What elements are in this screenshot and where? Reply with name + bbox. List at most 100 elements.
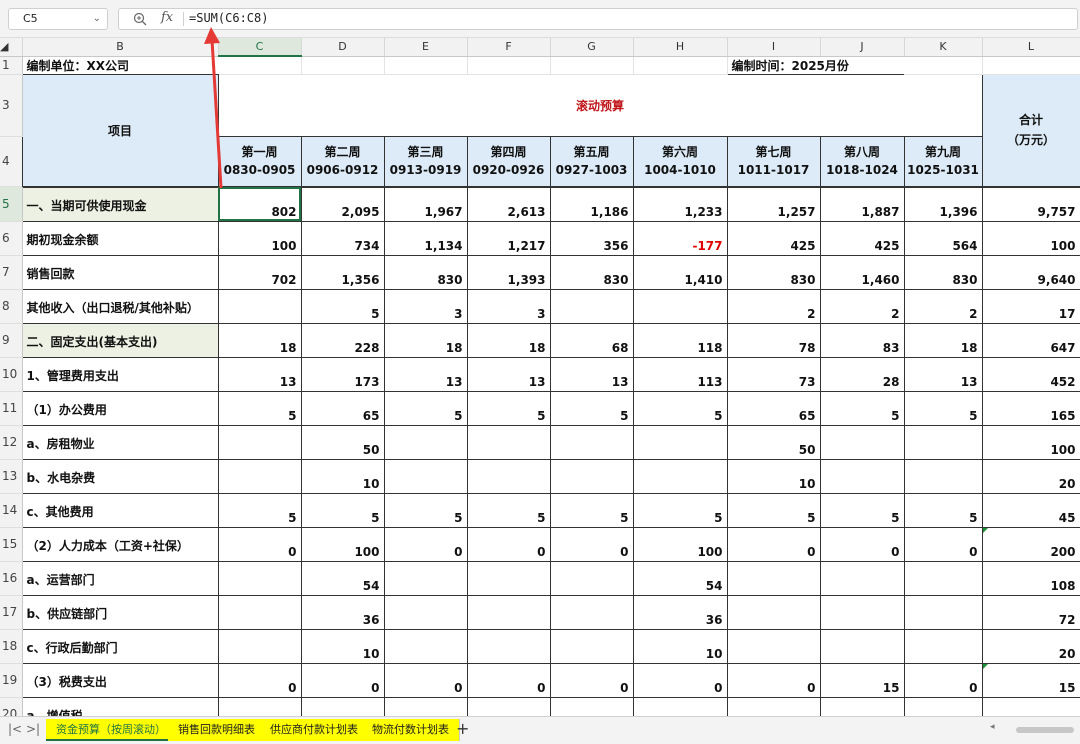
value-cell[interactable]: 1,967	[383, 186, 468, 222]
value-cell[interactable]: 10	[300, 628, 385, 664]
value-cell[interactable]: 118	[632, 322, 728, 358]
row-label-cell[interactable]: c、行政后勤部门	[21, 628, 219, 664]
value-cell[interactable]: 0	[549, 662, 634, 698]
value-cell[interactable]	[466, 628, 551, 664]
value-cell[interactable]	[726, 560, 821, 596]
row-label-cell[interactable]: 二、固定支出(基本支出)	[21, 322, 219, 358]
row-header[interactable]: 13	[0, 459, 23, 494]
value-cell[interactable]: 10	[726, 458, 821, 494]
row-label-cell[interactable]: 一、当期可供使用现金	[21, 186, 219, 222]
value-cell[interactable]	[383, 560, 468, 596]
value-cell[interactable]: 5	[383, 390, 468, 426]
value-cell[interactable]: 452	[981, 356, 1080, 392]
value-cell[interactable]	[217, 594, 302, 630]
org-cell[interactable]: 编制单位：XX公司	[22, 56, 218, 75]
value-cell[interactable]	[632, 458, 728, 494]
value-cell[interactable]: 830	[549, 254, 634, 290]
value-cell[interactable]	[217, 560, 302, 596]
empty-cell[interactable]	[550, 56, 634, 75]
column-header-d[interactable]: D	[301, 38, 385, 57]
row-header[interactable]: 16	[0, 561, 23, 596]
value-cell[interactable]: 50	[726, 424, 821, 460]
value-cell[interactable]	[632, 696, 728, 716]
value-cell[interactable]: 68	[549, 322, 634, 358]
value-cell[interactable]: 5	[632, 492, 728, 528]
value-cell[interactable]: 0	[903, 662, 983, 698]
value-cell[interactable]: 2	[903, 288, 983, 324]
value-cell[interactable]	[903, 458, 983, 494]
tab-capital-budget[interactable]: 资金预算（按周滚动）	[46, 719, 177, 741]
row-header[interactable]: 11	[0, 391, 23, 426]
value-cell[interactable]: 100	[632, 526, 728, 562]
value-cell[interactable]: 2,095	[300, 186, 385, 222]
value-cell[interactable]: 1,396	[903, 186, 983, 222]
value-cell[interactable]: 15	[819, 662, 905, 698]
row-label-cell[interactable]: b、供应链部门	[21, 594, 219, 630]
value-cell[interactable]	[466, 696, 551, 716]
column-header-h[interactable]: H	[633, 38, 728, 57]
total-header-cell[interactable]: 合计 （万元）	[981, 73, 1080, 187]
value-cell[interactable]: 0	[549, 526, 634, 562]
value-cell[interactable]: 0	[217, 662, 302, 698]
value-cell[interactable]: 45	[981, 492, 1080, 528]
row-header[interactable]: 20	[0, 697, 23, 716]
value-cell[interactable]	[549, 628, 634, 664]
value-cell[interactable]	[466, 560, 551, 596]
formula-text[interactable]: =SUM(C6:C8)	[189, 11, 268, 25]
value-cell[interactable]: 5	[632, 390, 728, 426]
value-cell[interactable]: 564	[903, 220, 983, 256]
value-cell[interactable]: 0	[217, 526, 302, 562]
value-cell[interactable]	[300, 696, 385, 716]
row-label-cell[interactable]: 销售回款	[21, 254, 219, 290]
value-cell[interactable]: 802	[217, 186, 302, 222]
value-cell[interactable]: 28	[819, 356, 905, 392]
value-cell[interactable]: 5	[549, 492, 634, 528]
week-header-cell[interactable]: 第一周 0830-0905	[217, 135, 302, 187]
column-header-k[interactable]: K	[904, 38, 983, 57]
row-header[interactable]: 14	[0, 493, 23, 528]
value-cell[interactable]: 5	[300, 492, 385, 528]
value-cell[interactable]: 1,410	[632, 254, 728, 290]
value-cell[interactable]: 0	[903, 526, 983, 562]
value-cell[interactable]: 425	[726, 220, 821, 256]
week-header-cell[interactable]: 第七周 1011-1017	[726, 135, 821, 187]
value-cell[interactable]	[383, 458, 468, 494]
row-header[interactable]: 10	[0, 357, 23, 392]
value-cell[interactable]	[903, 560, 983, 596]
empty-cell[interactable]	[301, 56, 385, 75]
value-cell[interactable]: 10	[632, 628, 728, 664]
value-cell[interactable]: 0	[383, 662, 468, 698]
value-cell[interactable]: 1,460	[819, 254, 905, 290]
value-cell[interactable]: 73	[726, 356, 821, 392]
value-cell[interactable]	[726, 628, 821, 664]
row-header[interactable]: 15	[0, 527, 23, 562]
value-cell[interactable]: 5	[726, 492, 821, 528]
value-cell[interactable]: 2	[726, 288, 821, 324]
value-cell[interactable]	[819, 594, 905, 630]
value-cell[interactable]	[466, 594, 551, 630]
value-cell[interactable]: 356	[549, 220, 634, 256]
value-cell[interactable]	[217, 424, 302, 460]
column-header-c[interactable]: C	[218, 38, 302, 57]
value-cell[interactable]	[383, 696, 468, 716]
add-sheet-button[interactable]: +	[456, 719, 469, 738]
week-header-cell[interactable]: 第八周 1018-1024	[819, 135, 905, 187]
value-cell[interactable]: 100	[981, 424, 1080, 460]
value-cell[interactable]: 5	[903, 492, 983, 528]
row-header[interactable]: 17	[0, 595, 23, 630]
value-cell[interactable]: 1,217	[466, 220, 551, 256]
empty-cell[interactable]	[218, 56, 302, 75]
value-cell[interactable]: 0	[466, 526, 551, 562]
value-cell[interactable]	[383, 424, 468, 460]
tab-logistics-payment[interactable]: 物流付数计划表	[362, 719, 460, 741]
value-cell[interactable]: 15	[981, 662, 1080, 698]
value-cell[interactable]: 83	[819, 322, 905, 358]
value-cell[interactable]	[819, 696, 905, 716]
value-cell[interactable]: 5	[217, 492, 302, 528]
value-cell[interactable]: 113	[632, 356, 728, 392]
select-all-corner[interactable]: ◢	[0, 38, 23, 57]
value-cell[interactable]	[726, 696, 821, 716]
value-cell[interactable]	[819, 560, 905, 596]
row-label-cell[interactable]: （2）人力成本（工资+社保）	[21, 526, 219, 562]
value-cell[interactable]	[466, 424, 551, 460]
